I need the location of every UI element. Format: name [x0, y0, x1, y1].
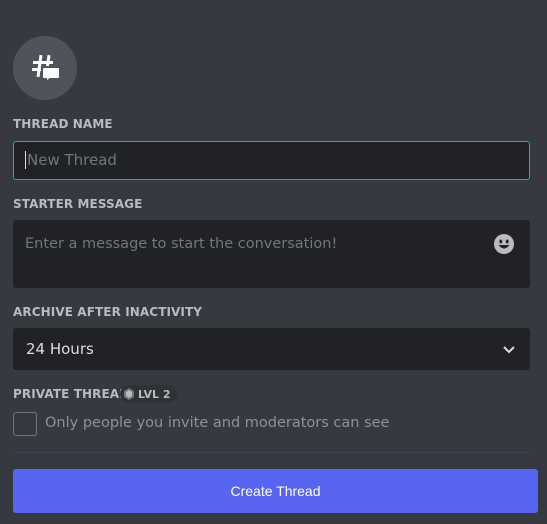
starter-message-input[interactable]: Enter a message to start the conversatio…: [13, 220, 530, 288]
private-thread-checkbox[interactable]: [13, 412, 37, 436]
thread-name-input[interactable]: New Thread: [13, 141, 530, 180]
create-thread-button[interactable]: Create Thread: [13, 469, 538, 513]
chevron-down-icon: [503, 346, 515, 354]
private-thread-label: PRIVATE THREAD: [13, 387, 130, 401]
thread-name-label: THREAD NAME: [13, 117, 113, 131]
divider: [13, 452, 530, 453]
archive-label: ARCHIVE AFTER INACTIVITY: [13, 305, 203, 319]
create-thread-form: THREAD NAME New Thread STARTER MESSAGE E…: [0, 0, 547, 524]
thread-hash-bubble-icon: [13, 36, 77, 100]
private-thread-checkbox-label[interactable]: Only people you invite and moderators ca…: [45, 415, 389, 431]
boost-level-text: LVL 2: [138, 387, 171, 401]
boost-level-badge: LVL 2: [120, 385, 177, 403]
boost-gem-icon: [124, 388, 134, 400]
thread-name-placeholder: New Thread: [27, 151, 117, 169]
smile-emoji-icon[interactable]: [493, 233, 515, 255]
text-caret: [25, 150, 26, 169]
archive-selected-value: 24 Hours: [26, 340, 94, 358]
starter-message-label: STARTER MESSAGE: [13, 197, 143, 211]
starter-message-placeholder: Enter a message to start the conversatio…: [25, 236, 338, 252]
archive-duration-select[interactable]: 24 Hours: [13, 328, 530, 370]
